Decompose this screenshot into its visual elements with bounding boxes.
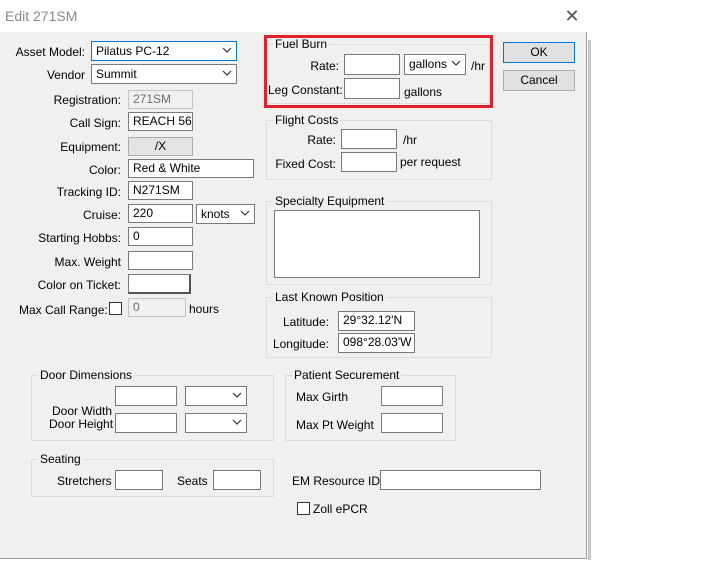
- equipment-label: Equipment:: [60, 140, 121, 154]
- cruise-unit-select[interactable]: knots: [196, 204, 255, 224]
- vendor-value: Summit: [96, 67, 137, 81]
- door-width-unit-select[interactable]: [185, 386, 247, 406]
- door-height-field[interactable]: [115, 413, 177, 433]
- title-bar: Edit 271SM ✕: [0, 0, 587, 32]
- registration-field: 271SM: [128, 90, 193, 109]
- max-pt-weight-label: Max Pt Weight: [296, 418, 374, 432]
- fixed-cost-field[interactable]: [341, 152, 397, 172]
- flight-costs-title: Flight Costs: [273, 113, 341, 127]
- cruise-unit-value: knots: [201, 207, 230, 221]
- stretchers-label: Stretchers: [57, 474, 112, 488]
- cost-rate-label: Rate:: [307, 133, 336, 147]
- vendor-label: Vendor: [46, 68, 85, 82]
- stretchers-field[interactable]: [115, 470, 163, 490]
- longitude-field[interactable]: 098°28.03'W: [338, 333, 415, 353]
- latitude-field[interactable]: 29°32.12'N: [338, 311, 415, 331]
- close-icon[interactable]: ✕: [560, 4, 584, 28]
- tracking-id-field[interactable]: N271SM: [128, 181, 193, 200]
- last-known-position-title: Last Known Position: [273, 290, 386, 304]
- em-resource-id-field[interactable]: [380, 470, 541, 490]
- asset-model-select[interactable]: Pilatus PC-12: [91, 41, 237, 61]
- asset-model-value: Pilatus PC-12: [96, 44, 170, 58]
- fixed-cost-label: Fixed Cost:: [275, 157, 336, 171]
- door-dimensions-title: Door Dimensions: [38, 368, 135, 382]
- registration-label: Registration:: [53, 93, 121, 107]
- specialty-equipment-textarea[interactable]: [274, 210, 480, 278]
- seating-title: Seating: [38, 452, 83, 466]
- max-call-range-label: Max Call Range:: [19, 303, 108, 317]
- color-label: Color:: [88, 163, 121, 177]
- door-height-label: Door Height: [49, 417, 114, 431]
- max-call-range-field: 0: [128, 298, 186, 317]
- max-call-range-checkbox[interactable]: [109, 302, 122, 315]
- em-resource-id-label: EM Resource ID:: [292, 474, 384, 488]
- cancel-button[interactable]: Cancel: [503, 70, 575, 91]
- max-girth-label: Max Girth: [296, 390, 349, 404]
- chevron-down-icon: [222, 47, 232, 53]
- background-window-bottom: [0, 559, 588, 586]
- cost-rate-field[interactable]: [341, 129, 397, 149]
- window-title: Edit 271SM: [5, 8, 78, 24]
- edit-dialog: Edit 271SM ✕ Asset Model: Pilatus PC-12 …: [0, 0, 587, 559]
- latitude-label: Latitude:: [282, 315, 329, 329]
- chevron-down-icon: [232, 392, 242, 398]
- chevron-down-icon: [240, 210, 250, 216]
- max-call-range-unit: hours: [189, 302, 220, 316]
- ok-button[interactable]: OK: [503, 42, 575, 63]
- max-girth-field[interactable]: [381, 386, 443, 406]
- max-weight-label: Max. Weight: [54, 255, 121, 269]
- chevron-down-icon: [222, 70, 232, 76]
- specialty-equipment-title: Specialty Equipment: [273, 194, 387, 208]
- chevron-down-icon: [232, 419, 242, 425]
- color-on-ticket-button[interactable]: [128, 274, 191, 294]
- zoll-epcr-label: Zoll ePCR: [313, 502, 368, 516]
- max-pt-weight-field[interactable]: [381, 413, 443, 433]
- call-sign-field[interactable]: REACH 56 (: [128, 112, 193, 131]
- asset-model-label: Asset Model:: [15, 45, 85, 59]
- fixed-cost-suffix: per request: [400, 155, 461, 169]
- starting-hobbs-label: Starting Hobbs:: [38, 231, 121, 245]
- background-window: [588, 0, 709, 586]
- longitude-label: Longitude:: [272, 337, 329, 351]
- equipment-button[interactable]: /X: [128, 137, 193, 156]
- cost-rate-suffix: /hr: [403, 133, 418, 147]
- starting-hobbs-field[interactable]: 0: [128, 227, 193, 246]
- background-window-edge: [588, 40, 591, 560]
- patient-securement-title: Patient Securement: [292, 368, 402, 382]
- tracking-id-label: Tracking ID:: [56, 185, 121, 199]
- door-width-label: Door Width: [52, 404, 113, 418]
- vendor-select[interactable]: Summit: [91, 64, 237, 84]
- seats-field[interactable]: [213, 470, 261, 490]
- cruise-label: Cruise:: [82, 208, 121, 222]
- cruise-field[interactable]: 220: [128, 204, 193, 223]
- color-field[interactable]: Red & White: [128, 159, 254, 178]
- max-weight-field[interactable]: [128, 251, 193, 270]
- seats-label: Seats: [177, 474, 208, 488]
- door-width-field[interactable]: [115, 386, 177, 406]
- zoll-epcr-checkbox[interactable]: [297, 502, 310, 515]
- call-sign-label: Call Sign:: [69, 116, 121, 130]
- door-height-unit-select[interactable]: [185, 413, 247, 433]
- fuel-burn-highlight: [264, 35, 493, 108]
- color-on-ticket-label: Color on Ticket:: [37, 278, 121, 292]
